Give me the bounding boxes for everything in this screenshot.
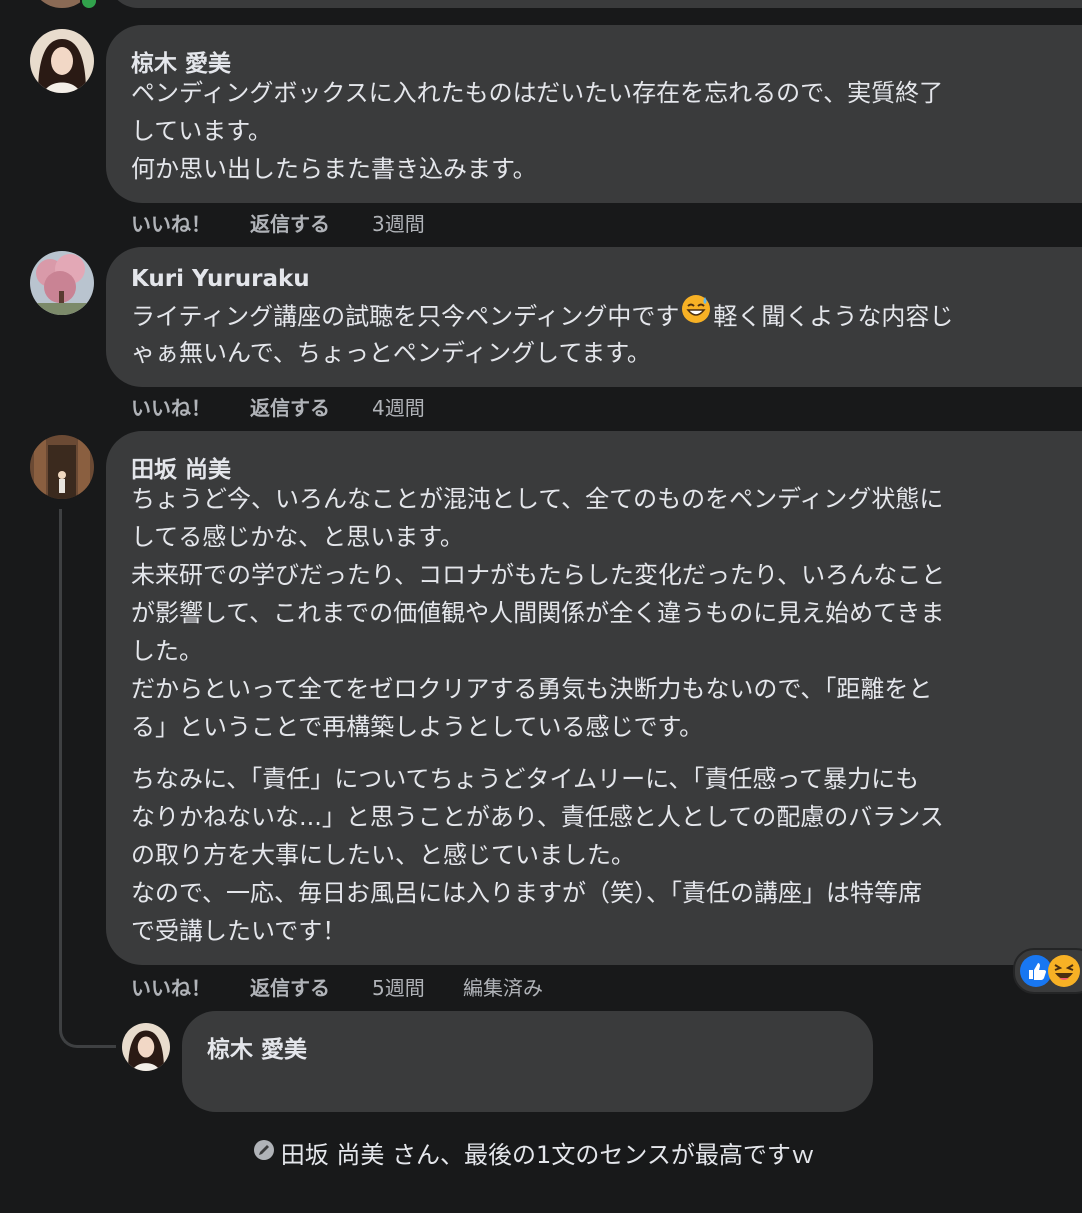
reply-link[interactable]: 返信する (250, 392, 330, 421)
comment-line: が影響して、これまでの価値観や人間関係が全く違うものに見え始めてきま (131, 599, 945, 627)
timestamp-link[interactable]: 5週間 (372, 972, 425, 1001)
comment-line: だからといって全てをゼロクリアする勇気も決断力もないので、「距離をと (131, 675, 933, 703)
comment-line: ちょうど今、いろんなことが混沌として、全てのものをペンディング状態に (131, 485, 944, 513)
comment-line: ちなみに、「責任」についてちょうどタイムリーに、「責任感って暴力にも (131, 765, 920, 793)
reply-text: 田坂 尚美 さん、最後の1文のセンスが最高ですｗ (207, 1061, 815, 1213)
comment-author[interactable]: 椋木 愛美 (131, 44, 231, 78)
comment-line: ゃぁ無いんで、ちょっとペンディングしてます。 (131, 339, 651, 367)
reply-message: さん、最後の1文のセンスが最高ですｗ (384, 1141, 815, 1169)
comment-line: した。 (131, 637, 203, 665)
previous-comment-bubble (108, 0, 1082, 8)
mention-link[interactable]: 田坂 尚美 (281, 1141, 385, 1169)
comment-line: 未来研での学びだったり、コロナがもたらした変化だったり、いろんなこと (131, 561, 946, 589)
comment-line: しています。 (131, 117, 272, 145)
haha-reaction-icon (1047, 954, 1081, 992)
comment-text: 軽く聞くような内容じ (713, 302, 954, 331)
avatar[interactable] (30, 29, 94, 93)
like-link[interactable]: いいね！ (131, 208, 211, 237)
timestamp-link[interactable]: 3週間 (372, 208, 425, 237)
comment-line: で受講したいです！ (131, 917, 347, 945)
comment-line: なりかねないな...」と思うことがあり、責任感と人としての配慮のバランス (131, 803, 944, 831)
comment-line: ペンディングボックスに入れたものはだいたい存在を忘れるので、実質終了 (131, 79, 944, 107)
comment-line: 何か思い出したらまた書き込みます。 (131, 155, 537, 183)
reply-author[interactable]: 椋木 愛美 (207, 1030, 307, 1064)
edited-label[interactable]: 編集済み (463, 972, 543, 1001)
reply-avatar[interactable] (122, 1023, 170, 1071)
reply-link[interactable]: 返信する (250, 972, 330, 1001)
comment-line: してる感じかな、と思います。 (131, 523, 464, 551)
comment-author[interactable]: Kuri Yururaku (131, 266, 310, 292)
comment-line: なので、一応、毎日お風呂には入りますが（笑）、「責任の講座」は特等席 (131, 879, 923, 907)
comment-line: の取り方を大事にしたい、と感じていました。 (131, 841, 635, 869)
mention-icon (222, 1096, 275, 1210)
reactions-summary[interactable] (1013, 948, 1082, 994)
comment-text: ライティング講座の試聴を只今ペンディング中です (131, 302, 680, 331)
reply-link[interactable]: 返信する (250, 208, 330, 237)
comment-author[interactable]: 田坂 尚美 (131, 450, 231, 484)
comment-line: る」ということで再構築しようとしている感じです。 (131, 713, 704, 741)
online-status-dot (80, 0, 98, 10)
like-link[interactable]: いいね！ (131, 392, 211, 421)
avatar[interactable] (30, 251, 94, 315)
timestamp-link[interactable]: 4週間 (372, 392, 425, 421)
like-link[interactable]: いいね！ (131, 972, 211, 1001)
comment-line: ライティング講座の試聴を只今ペンディング中です 軽く聞くような内容じ (131, 293, 954, 339)
grinning-sweat-emoji-icon (680, 293, 712, 336)
avatar[interactable] (30, 435, 94, 499)
